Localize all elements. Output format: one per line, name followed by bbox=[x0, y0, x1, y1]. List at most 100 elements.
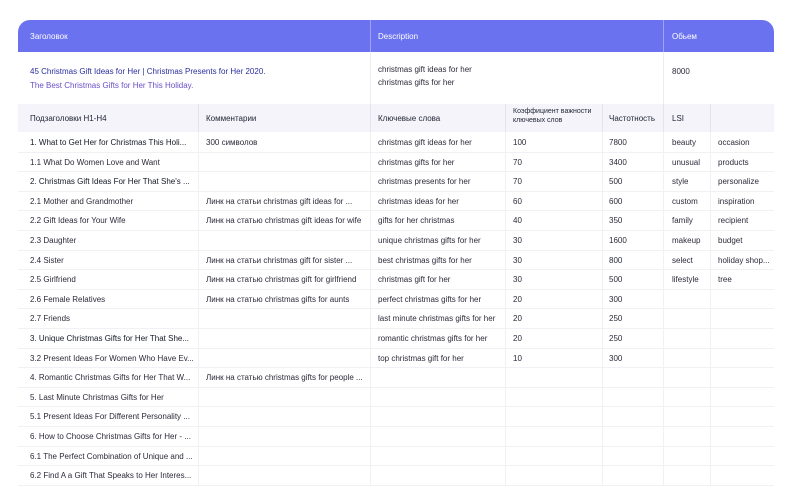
lsi-cell[interactable]: style bbox=[672, 177, 708, 186]
lsi-cell[interactable]: unusual bbox=[672, 158, 708, 167]
keyword-cell[interactable]: christmas gift for her bbox=[378, 275, 502, 284]
table-row: 6. How to Choose Christmas Gifts for Her… bbox=[18, 426, 774, 447]
frequency-cell[interactable]: 250 bbox=[609, 314, 659, 323]
frequency-cell[interactable]: 600 bbox=[609, 197, 659, 206]
coefficient-cell[interactable]: 70 bbox=[513, 158, 598, 167]
cell-divider bbox=[198, 328, 199, 348]
lsi-extra-cell[interactable]: holiday shop... bbox=[718, 256, 774, 265]
page-subtitle-cell[interactable]: The Best Christmas Gifts for Her This Ho… bbox=[30, 81, 193, 90]
heading-cell[interactable]: 6. How to Choose Christmas Gifts for Her… bbox=[30, 432, 194, 441]
keyword-cell[interactable]: romantic christmas gifts for her bbox=[378, 334, 502, 343]
keyword-cell[interactable]: top christmas gift for her bbox=[378, 354, 502, 363]
volume-cell[interactable]: 8000 bbox=[672, 67, 690, 76]
heading-cell[interactable]: 2.2 Gift Ideas for Your Wife bbox=[30, 216, 194, 225]
heading-cell[interactable]: 5.1 Present Ideas For Different Personal… bbox=[30, 412, 194, 421]
page-title-cell[interactable]: 45 Christmas Gift Ideas for Her | Christ… bbox=[30, 67, 266, 76]
lsi-extra-cell[interactable]: occasion bbox=[718, 138, 774, 147]
heading-cell[interactable]: 2.3 Daughter bbox=[30, 236, 194, 245]
keyword-cell[interactable]: perfect christmas gifts for her bbox=[378, 295, 502, 304]
coefficient-cell[interactable]: 40 bbox=[513, 216, 598, 225]
keyword-cell[interactable]: christmas gifts for her bbox=[378, 158, 502, 167]
heading-cell[interactable]: 6.2 Find A a Gift That Speaks to Her Int… bbox=[30, 471, 194, 480]
frequency-cell[interactable]: 7800 bbox=[609, 138, 659, 147]
heading-cell[interactable]: 2. Christmas Gift Ideas For Her That She… bbox=[30, 177, 194, 186]
coefficient-cell[interactable]: 30 bbox=[513, 236, 598, 245]
cell-divider bbox=[198, 190, 199, 211]
frequency-cell[interactable]: 300 bbox=[609, 354, 659, 363]
heading-cell[interactable]: 2.6 Female Relatives bbox=[30, 295, 194, 304]
coefficient-cell[interactable]: 20 bbox=[513, 295, 598, 304]
cell-divider bbox=[663, 328, 664, 348]
frequency-cell[interactable]: 250 bbox=[609, 334, 659, 343]
comment-cell[interactable]: Линк на статью christmas gift for girlfr… bbox=[206, 275, 366, 284]
heading-cell[interactable]: 3.2 Present Ideas For Women Who Have Ev.… bbox=[30, 354, 194, 363]
cell-divider bbox=[198, 269, 199, 290]
lsi-cell[interactable]: custom bbox=[672, 197, 708, 206]
keyword-cell[interactable]: christmas gift ideas for her bbox=[378, 138, 502, 147]
lsi-extra-cell[interactable]: tree bbox=[718, 275, 774, 284]
frequency-cell[interactable]: 500 bbox=[609, 177, 659, 186]
coefficient-cell[interactable]: 30 bbox=[513, 275, 598, 284]
comment-cell[interactable]: Линк на статью christmas gift ideas for … bbox=[206, 216, 366, 225]
comment-cell[interactable]: Линк на статьи christmas gift ideas for … bbox=[206, 197, 366, 206]
keyword-cell[interactable]: christmas ideas for her bbox=[378, 197, 502, 206]
cell-divider bbox=[370, 171, 371, 192]
cell-divider bbox=[602, 386, 603, 407]
cell-divider bbox=[198, 426, 199, 446]
lsi-extra-cell[interactable]: inspiration bbox=[718, 197, 774, 206]
heading-cell[interactable]: 1. What to Get Her for Christmas This Ho… bbox=[30, 138, 194, 147]
comment-cell[interactable]: Линк на статью christmas gifts for aunts bbox=[206, 295, 366, 304]
cell-divider bbox=[710, 426, 711, 446]
frequency-cell[interactable]: 500 bbox=[609, 275, 659, 284]
heading-cell[interactable]: 2.4 Sister bbox=[30, 256, 194, 265]
lsi-cell[interactable]: lifestyle bbox=[672, 275, 708, 284]
cell-divider bbox=[370, 445, 371, 466]
comment-cell[interactable]: Линк на статью christmas gifts for peopl… bbox=[206, 373, 366, 382]
cell-divider bbox=[602, 171, 603, 192]
lsi-extra-cell[interactable]: budget bbox=[718, 236, 774, 245]
frequency-cell[interactable]: 3400 bbox=[609, 158, 659, 167]
lsi-cell[interactable]: family bbox=[672, 216, 708, 225]
keyword-cell[interactable]: christmas presents for her bbox=[378, 177, 502, 186]
comment-cell[interactable]: 300 символов bbox=[206, 138, 366, 147]
coefficient-cell[interactable]: 70 bbox=[513, 177, 598, 186]
lsi-extra-cell[interactable]: products bbox=[718, 158, 774, 167]
coefficient-cell[interactable]: 10 bbox=[513, 354, 598, 363]
cell-divider bbox=[710, 406, 711, 427]
heading-cell[interactable]: 2.7 Friends bbox=[30, 314, 194, 323]
coefficient-cell[interactable]: 60 bbox=[513, 197, 598, 206]
comment-cell[interactable]: Линк на статьи christmas gift for sister… bbox=[206, 256, 366, 265]
cell-divider bbox=[602, 406, 603, 427]
frequency-cell[interactable]: 300 bbox=[609, 295, 659, 304]
description-line-2[interactable]: christmas gifts for her bbox=[378, 78, 454, 87]
frequency-cell[interactable]: 350 bbox=[609, 216, 659, 225]
cell-divider bbox=[663, 426, 664, 446]
heading-cell[interactable]: 5. Last Minute Christmas Gifts for Her bbox=[30, 393, 194, 402]
lsi-extra-cell[interactable]: personalize bbox=[718, 177, 774, 186]
heading-cell[interactable]: 4. Romantic Christmas Gifts for Her That… bbox=[30, 373, 194, 382]
cell-divider bbox=[505, 171, 506, 192]
keyword-cell[interactable]: gifts for her christmas bbox=[378, 216, 502, 225]
lsi-cell[interactable]: makeup bbox=[672, 236, 708, 245]
keyword-cell[interactable]: unique christmas gifts for her bbox=[378, 236, 502, 245]
coefficient-cell[interactable]: 30 bbox=[513, 256, 598, 265]
description-line-1[interactable]: christmas gift ideas for her bbox=[378, 65, 472, 74]
frequency-cell[interactable]: 1600 bbox=[609, 236, 659, 245]
lsi-extra-cell[interactable]: recipient bbox=[718, 216, 774, 225]
keyword-cell[interactable]: last minute christmas gifts for her bbox=[378, 314, 502, 323]
header-title-label: Заголовок bbox=[30, 32, 68, 41]
heading-cell[interactable]: 1.1 What Do Women Love and Want bbox=[30, 158, 194, 167]
lsi-cell[interactable]: beauty bbox=[672, 138, 708, 147]
lsi-cell[interactable]: select bbox=[672, 256, 708, 265]
heading-cell[interactable]: 6.1 The Perfect Combination of Unique an… bbox=[30, 452, 194, 461]
heading-cell[interactable]: 3. Unique Christmas Gifts for Her That S… bbox=[30, 334, 194, 343]
column-frequency: Частотность bbox=[609, 114, 655, 123]
coefficient-cell[interactable]: 20 bbox=[513, 314, 598, 323]
keyword-cell[interactable]: best christmas gifts for her bbox=[378, 256, 502, 265]
coefficient-cell[interactable]: 20 bbox=[513, 334, 598, 343]
coefficient-cell[interactable]: 100 bbox=[513, 138, 598, 147]
cell-divider bbox=[198, 347, 199, 368]
heading-cell[interactable]: 2.1 Mother and Grandmother bbox=[30, 197, 194, 206]
frequency-cell[interactable]: 800 bbox=[609, 256, 659, 265]
heading-cell[interactable]: 2.5 Girlfriend bbox=[30, 275, 194, 284]
